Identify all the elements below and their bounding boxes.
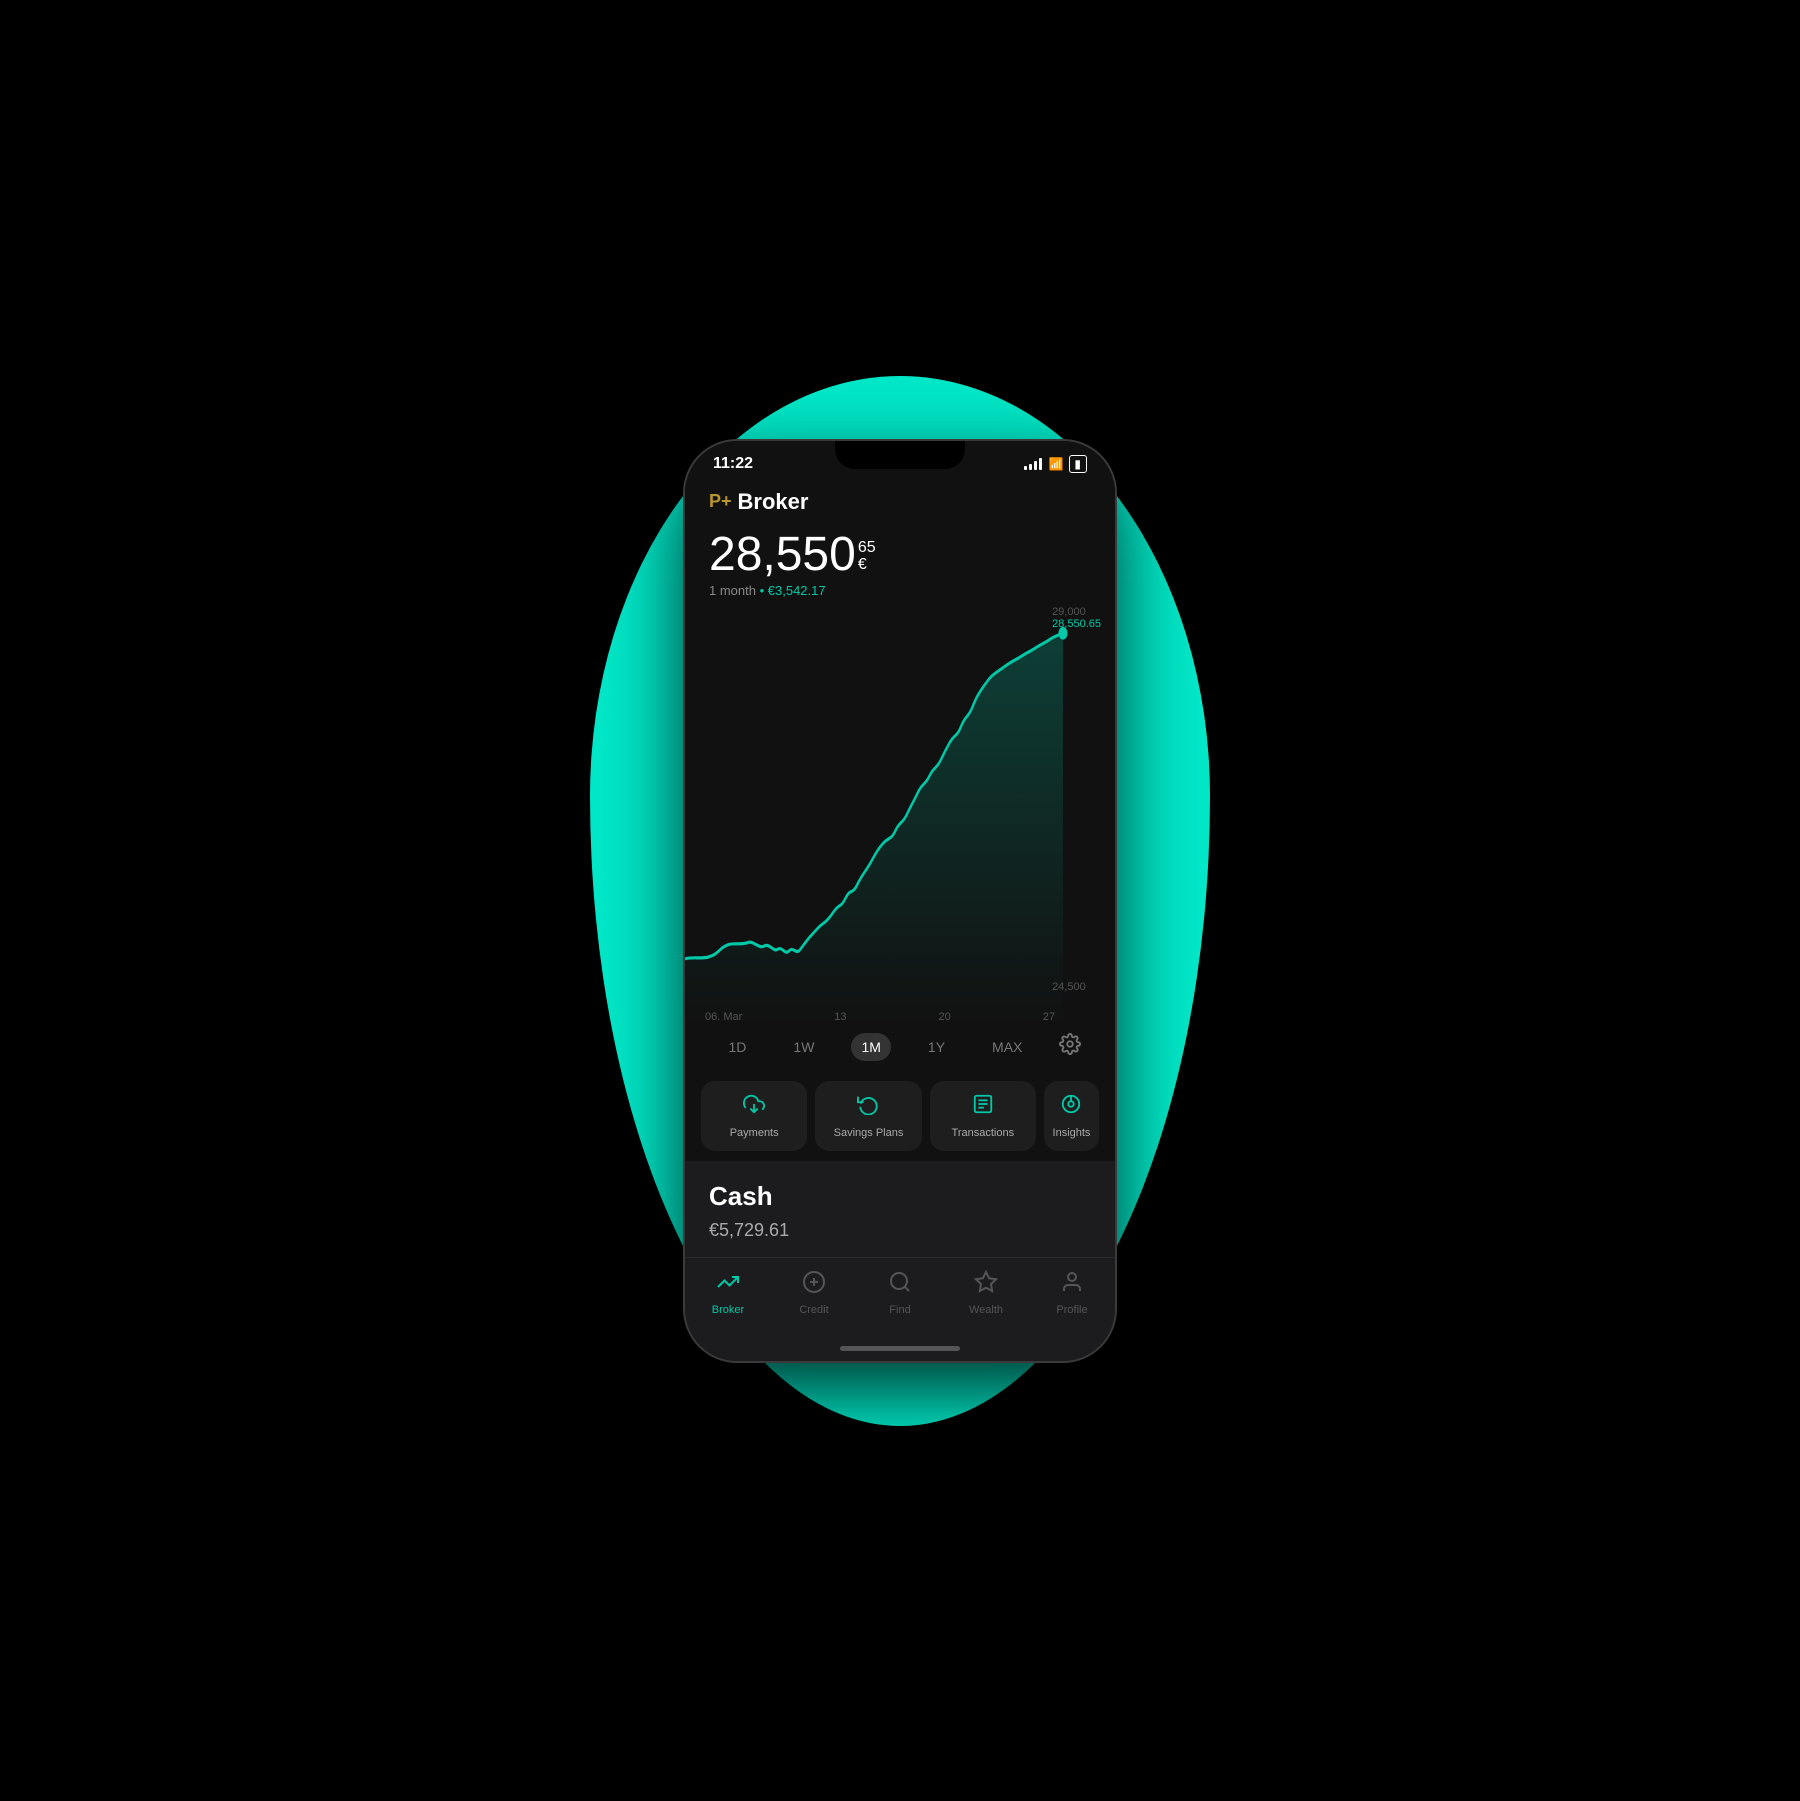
wifi-icon: 📶 <box>1048 457 1063 471</box>
chart-label-current: 28,550.65 <box>1052 618 1101 630</box>
time-range: 1D 1W 1M 1Y MAX <box>685 1023 1115 1071</box>
payments-label: Payments <box>730 1127 779 1139</box>
phone-frame: 11:22 📶 ▮ P+ <box>685 441 1115 1361</box>
home-indicator <box>685 1340 1115 1361</box>
time-btn-1d[interactable]: 1D <box>719 1033 757 1061</box>
savings-plans-button[interactable]: Savings Plans <box>815 1081 921 1151</box>
broker-nav-label: Broker <box>712 1304 744 1316</box>
find-nav-icon <box>888 1270 912 1300</box>
nav-credit[interactable]: Credit <box>771 1266 857 1320</box>
chart-x-labels: 06. Mar 13 20 27 <box>705 1011 1055 1023</box>
wealth-nav-icon <box>974 1270 998 1300</box>
profile-nav-icon <box>1060 1270 1084 1300</box>
chart-svg <box>685 606 1115 1023</box>
balance-meta: 1 month • €3,542.17 <box>709 583 1091 598</box>
balance-change: • €3,542.17 <box>760 583 826 598</box>
payments-button[interactable]: Payments <box>701 1081 807 1151</box>
cash-panel: Cash €5,729.61 <box>685 1161 1115 1257</box>
main-content: P+ Broker 28,550 65 € 1 month <box>685 481 1115 1257</box>
credit-nav-label: Credit <box>799 1304 828 1316</box>
balance-sup: 65 € <box>858 539 876 574</box>
profile-nav-label: Profile <box>1056 1304 1087 1316</box>
time-btn-1y[interactable]: 1Y <box>918 1033 955 1061</box>
broker-nav-icon <box>716 1270 740 1300</box>
cash-title: Cash <box>709 1181 1091 1212</box>
credit-nav-icon <box>802 1270 826 1300</box>
balance-currency: € <box>858 556 876 574</box>
balance-period: 1 month <box>709 583 756 598</box>
chart-fill <box>685 633 1063 1023</box>
balance-cents: 65 <box>858 539 876 557</box>
brand-logo: P+ <box>709 491 732 512</box>
transactions-icon <box>972 1093 994 1121</box>
nav-profile[interactable]: Profile <box>1029 1266 1115 1320</box>
nav-broker[interactable]: Broker <box>685 1266 771 1320</box>
bottom-nav: Broker Credit <box>685 1257 1115 1340</box>
insights-icon <box>1060 1093 1082 1121</box>
balance-section: 28,550 65 € 1 month • €3,542.17 <box>685 527 1115 606</box>
balance-main: 28,550 65 € <box>709 531 1091 579</box>
chart-settings-button[interactable] <box>1059 1033 1081 1060</box>
status-time: 11:22 <box>713 455 753 473</box>
signal-bar-4 <box>1039 458 1042 470</box>
chart-label-bottom: 24,500 <box>1052 981 1101 993</box>
nav-find[interactable]: Find <box>857 1266 943 1320</box>
payments-icon <box>743 1093 765 1121</box>
action-buttons: Payments Savings Plans <box>685 1071 1115 1161</box>
transactions-button[interactable]: Transactions <box>930 1081 1036 1151</box>
find-nav-label: Find <box>889 1304 910 1316</box>
signal-bar-3 <box>1034 461 1037 470</box>
chart-x-label-4: 27 <box>1043 1011 1055 1023</box>
signal-bar-2 <box>1029 464 1032 470</box>
chart-label-top: 29,000 <box>1052 606 1101 618</box>
brand-row: P+ Broker <box>709 489 1091 515</box>
outer-background: 11:22 📶 ▮ P+ <box>0 0 1800 1801</box>
chart-x-label-2: 13 <box>834 1011 846 1023</box>
phone-wrapper: 11:22 📶 ▮ P+ <box>670 421 1130 1381</box>
chart-x-label-1: 06. Mar <box>705 1011 742 1023</box>
notch <box>835 441 965 469</box>
wealth-nav-label: Wealth <box>969 1304 1003 1316</box>
time-btn-max[interactable]: MAX <box>982 1033 1032 1061</box>
savings-plans-label: Savings Plans <box>834 1127 904 1139</box>
status-icons: 📶 ▮ <box>1024 455 1087 473</box>
time-btn-1w[interactable]: 1W <box>783 1033 824 1061</box>
battery-icon: ▮ <box>1069 455 1087 473</box>
signal-bar-1 <box>1024 466 1027 470</box>
savings-plans-icon <box>857 1093 879 1121</box>
insights-button[interactable]: Insights <box>1044 1081 1099 1151</box>
chart-x-label-3: 20 <box>939 1011 951 1023</box>
nav-wealth[interactable]: Wealth <box>943 1266 1029 1320</box>
chart-area: 29,000 28,550.65 24,500 <box>685 606 1115 1023</box>
time-btn-1m[interactable]: 1M <box>851 1033 890 1061</box>
brand-name: Broker <box>738 489 809 515</box>
insights-label: Insights <box>1053 1127 1091 1139</box>
app-header: P+ Broker <box>685 481 1115 527</box>
settings-icon <box>1059 1033 1081 1055</box>
balance-number: 28,550 <box>709 531 856 579</box>
transactions-label: Transactions <box>952 1127 1015 1139</box>
cash-amount: €5,729.61 <box>709 1220 1091 1241</box>
home-bar <box>840 1346 960 1351</box>
chart-labels-right: 29,000 28,550.65 24,500 <box>1052 606 1101 993</box>
signal-bars-icon <box>1024 458 1042 470</box>
